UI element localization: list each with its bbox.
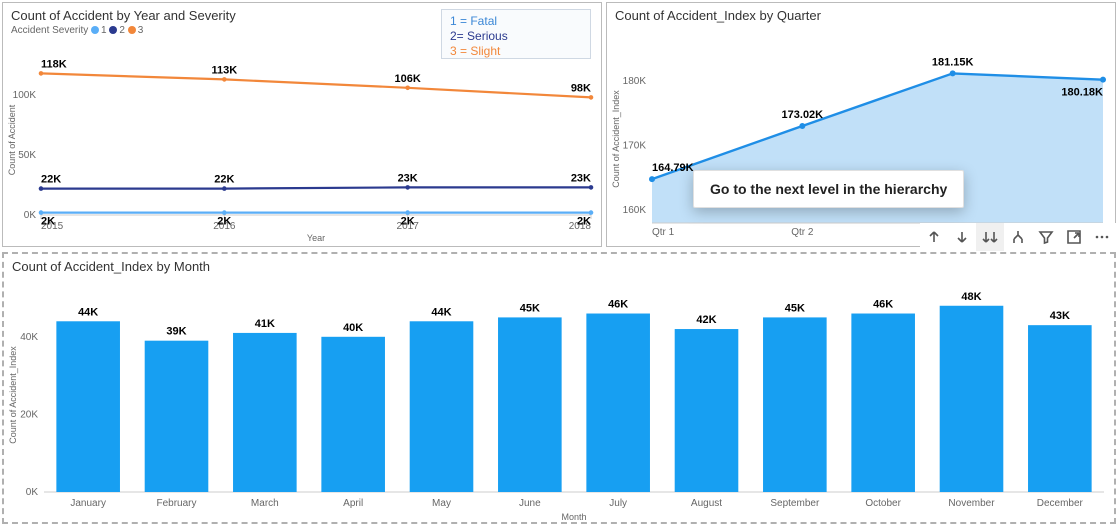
svg-text:46K: 46K <box>873 299 893 311</box>
svg-text:June: June <box>519 498 541 509</box>
severity-key-line: 1 = Fatal <box>450 14 582 29</box>
legend-label[interactable]: 3 <box>138 25 144 36</box>
svg-text:January: January <box>70 498 106 509</box>
svg-text:23K: 23K <box>398 172 418 184</box>
svg-text:106K: 106K <box>395 73 421 85</box>
svg-text:180K: 180K <box>623 76 647 87</box>
svg-text:0K: 0K <box>24 210 37 221</box>
svg-text:41K: 41K <box>255 318 275 330</box>
svg-text:180.18K: 180.18K <box>1061 87 1103 99</box>
bar[interactable] <box>410 321 474 492</box>
legend-dot[interactable] <box>91 26 99 34</box>
svg-text:Count of Accident: Count of Accident <box>7 104 17 175</box>
svg-text:181.15K: 181.15K <box>932 56 974 68</box>
svg-text:2K: 2K <box>577 216 591 228</box>
bar[interactable] <box>586 314 650 492</box>
svg-text:39K: 39K <box>166 326 186 338</box>
expand-level-button[interactable] <box>1004 223 1032 251</box>
svg-text:45K: 45K <box>785 302 805 314</box>
svg-text:Count of Accident_Index: Count of Accident_Index <box>611 90 621 188</box>
svg-text:May: May <box>432 498 451 509</box>
svg-text:December: December <box>1037 498 1084 509</box>
more-options-button[interactable] <box>1088 223 1116 251</box>
legend-label[interactable]: 2 <box>119 25 125 36</box>
svg-text:April: April <box>343 498 363 509</box>
svg-text:July: July <box>609 498 627 509</box>
svg-text:20K: 20K <box>20 409 38 420</box>
svg-text:October: October <box>865 498 901 509</box>
svg-text:173.02K: 173.02K <box>782 109 824 121</box>
svg-text:November: November <box>948 498 995 509</box>
svg-text:2K: 2K <box>41 216 55 228</box>
svg-text:22K: 22K <box>214 174 234 186</box>
svg-text:45K: 45K <box>520 302 540 314</box>
chart-by-month[interactable]: Count of Accident_Index by Month 0K 20K 40… <box>2 252 1116 524</box>
chart3-title: Count of Accident_Index by Month <box>4 254 1114 276</box>
svg-text:Qtr 1: Qtr 1 <box>652 227 675 238</box>
svg-text:40K: 40K <box>343 322 363 334</box>
next-level-button[interactable] <box>976 223 1004 251</box>
svg-text:44K: 44K <box>431 306 451 318</box>
svg-text:44K: 44K <box>78 306 98 318</box>
drill-down-button[interactable] <box>948 223 976 251</box>
focus-mode-button[interactable] <box>1060 223 1088 251</box>
legend-dot[interactable] <box>128 26 136 34</box>
svg-text:40K: 40K <box>20 332 38 343</box>
bar[interactable] <box>56 321 120 492</box>
svg-text:2K: 2K <box>217 216 231 228</box>
filter-icon[interactable] <box>1032 223 1060 251</box>
svg-text:Qtr 2: Qtr 2 <box>791 227 814 238</box>
svg-text:22K: 22K <box>41 174 61 186</box>
svg-text:43K: 43K <box>1050 310 1070 322</box>
chart2-title: Count of Accident_Index by Quarter <box>607 3 1115 25</box>
svg-text:Month: Month <box>561 512 586 522</box>
chart-severity-by-year: Count of Accident by Year and Severity A… <box>2 2 602 247</box>
bar[interactable] <box>940 306 1004 492</box>
bar[interactable] <box>763 317 827 492</box>
severity-key-line: 2= Serious <box>450 29 582 44</box>
bar[interactable] <box>675 329 739 492</box>
svg-text:170K: 170K <box>623 140 647 151</box>
drill-up-button[interactable] <box>920 223 948 251</box>
svg-text:98K: 98K <box>571 82 591 94</box>
svg-text:113K: 113K <box>211 64 237 76</box>
visual-header-toolbar <box>920 223 1116 251</box>
legend-dot[interactable] <box>109 26 117 34</box>
bar[interactable] <box>233 333 297 492</box>
svg-text:23K: 23K <box>571 172 591 184</box>
bar[interactable] <box>498 317 562 492</box>
legend-label[interactable]: 1 <box>101 25 107 36</box>
svg-text:100K: 100K <box>13 90 37 101</box>
chart-by-quarter: Count of Accident_Index by Quarter 160K 1… <box>606 2 1116 247</box>
svg-text:50K: 50K <box>18 150 36 161</box>
bar[interactable] <box>145 341 209 492</box>
bar[interactable] <box>1028 325 1092 492</box>
bar[interactable] <box>321 337 385 492</box>
svg-text:164.79K: 164.79K <box>652 162 694 174</box>
svg-text:2K: 2K <box>401 216 415 228</box>
svg-text:March: March <box>251 498 279 509</box>
svg-text:160K: 160K <box>623 205 647 216</box>
svg-text:0K: 0K <box>26 487 39 498</box>
drill-tooltip: Go to the next level in the hierarchy <box>693 170 964 208</box>
svg-text:118K: 118K <box>41 58 67 70</box>
svg-text:August: August <box>691 498 722 509</box>
severity-key-box: 1 = Fatal2= Serious3 = Slight <box>441 9 591 59</box>
severity-key-line: 3 = Slight <box>450 44 582 59</box>
svg-text:48K: 48K <box>961 291 981 303</box>
svg-text:February: February <box>156 498 196 509</box>
legend-severity: Accident Severity 1 2 3 <box>11 25 143 36</box>
bar[interactable] <box>851 314 915 492</box>
svg-text:Count of Accident_Index: Count of Accident_Index <box>8 346 18 444</box>
svg-text:42K: 42K <box>696 314 716 326</box>
svg-text:Year: Year <box>307 233 325 243</box>
svg-text:46K: 46K <box>608 299 628 311</box>
svg-text:September: September <box>770 498 820 509</box>
